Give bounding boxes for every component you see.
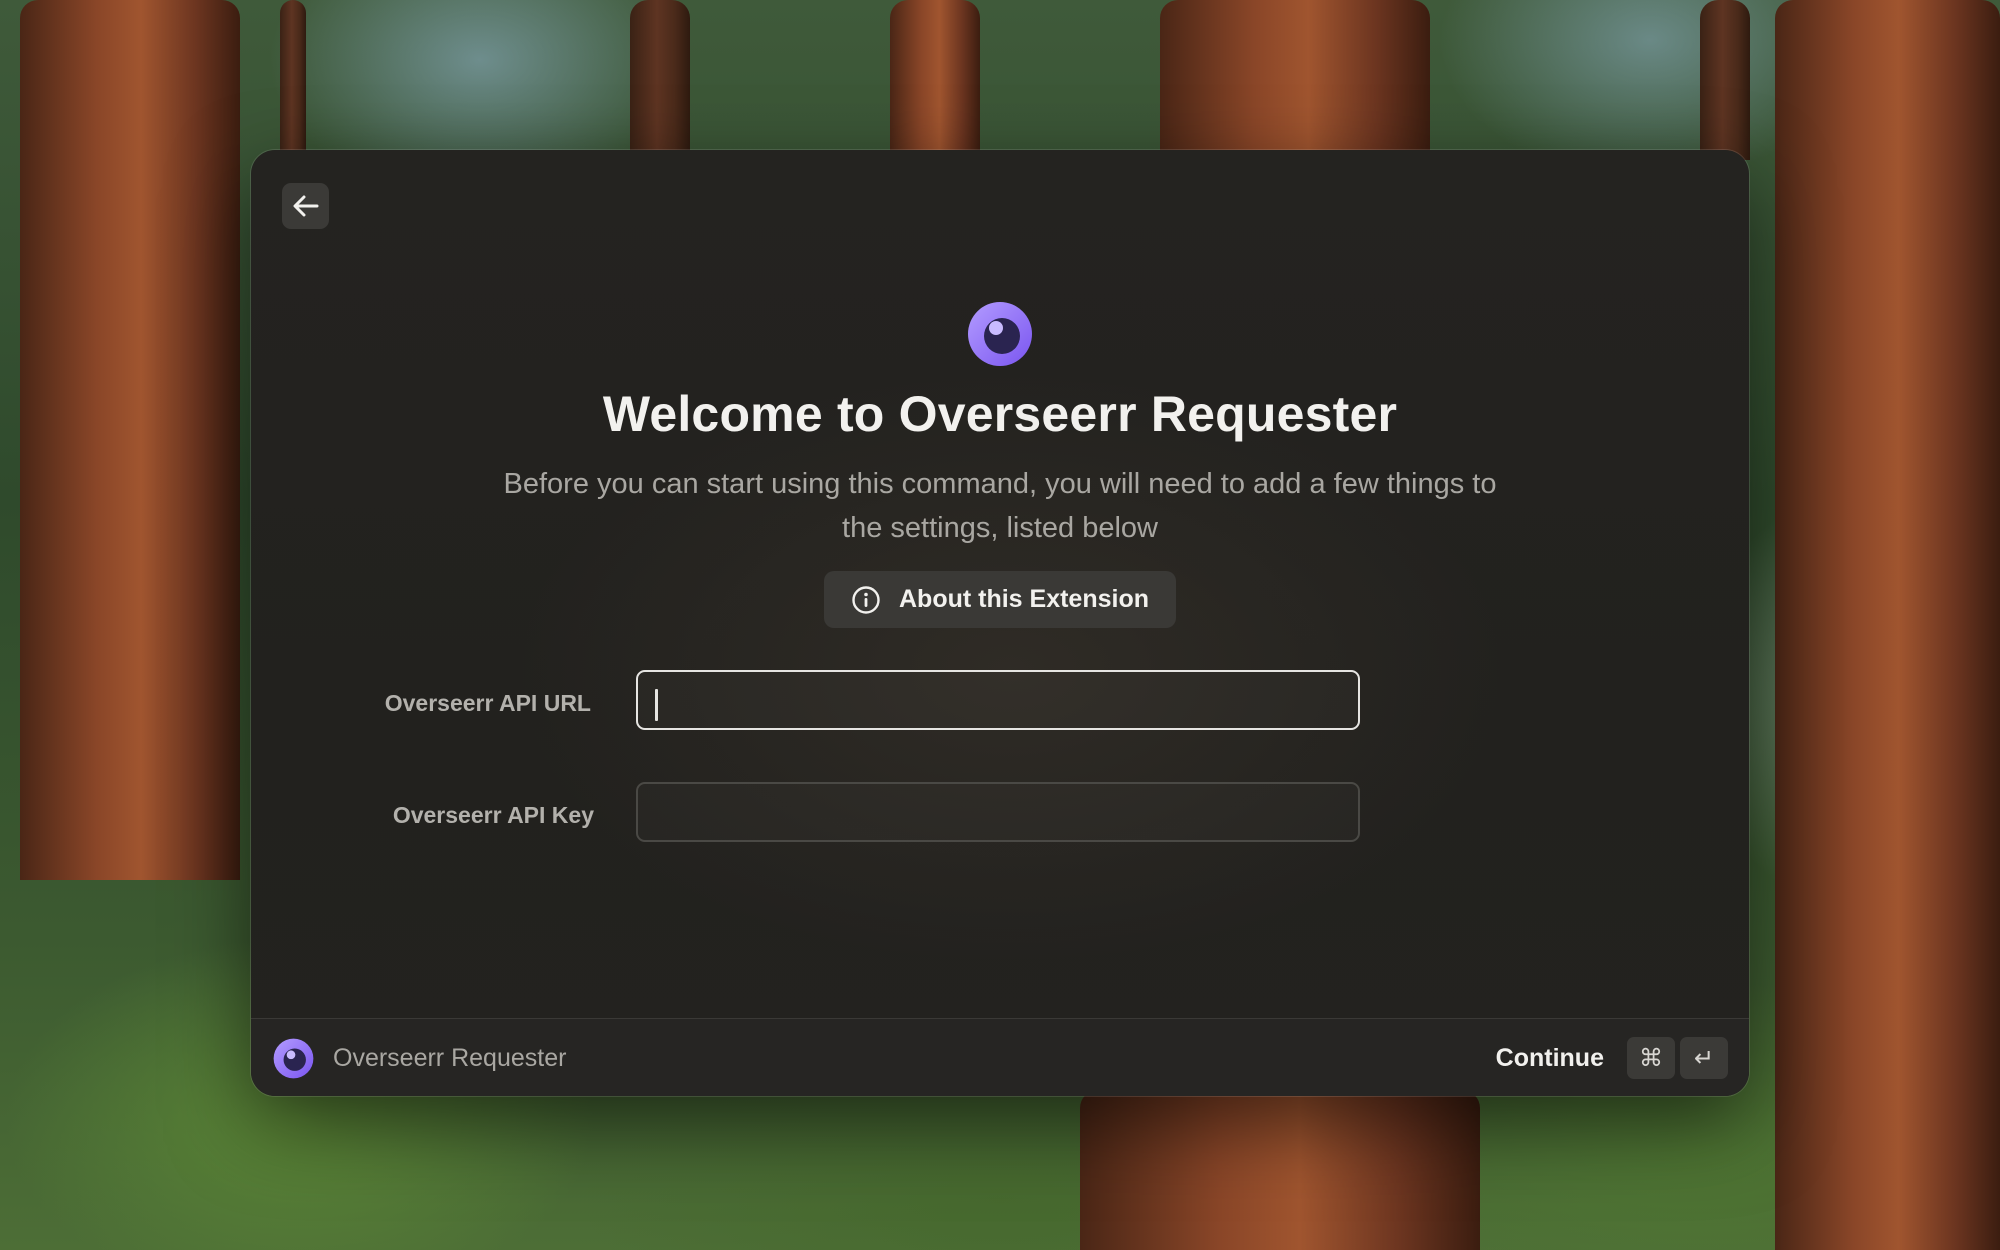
api-key-input[interactable] bbox=[636, 782, 1360, 842]
tree-trunk bbox=[1160, 0, 1430, 160]
tree-trunk bbox=[890, 0, 980, 160]
api-url-label: Overseerr API URL bbox=[384, 690, 591, 716]
page-title: Welcome to Overseerr Requester bbox=[602, 386, 1398, 442]
text-caret bbox=[655, 689, 658, 721]
api-url-input[interactable] bbox=[636, 670, 1360, 730]
back-button[interactable] bbox=[282, 183, 329, 229]
overseerr-logo-icon bbox=[273, 1038, 314, 1079]
about-extension-button[interactable]: About this Extension bbox=[824, 571, 1176, 628]
arrow-left-icon bbox=[293, 195, 318, 217]
command-key-badge: ⌘ bbox=[1627, 1037, 1675, 1079]
extension-name: Overseerr Requester bbox=[333, 1044, 567, 1072]
tree-trunk bbox=[20, 0, 240, 880]
action-bar: Overseerr Requester Continue ⌘ ↵ bbox=[251, 1018, 1749, 1096]
continue-button[interactable]: Continue bbox=[1496, 1041, 1604, 1075]
api-key-label: Overseerr API Key bbox=[392, 802, 594, 828]
overseerr-logo-icon bbox=[968, 302, 1032, 366]
extension-window: Welcome to Overseerr Requester Before yo… bbox=[251, 150, 1749, 1096]
tree-trunk bbox=[1700, 0, 1750, 160]
return-key-badge: ↵ bbox=[1680, 1037, 1728, 1079]
tree-trunk bbox=[630, 0, 690, 160]
info-circle-icon bbox=[852, 585, 880, 614]
about-extension-label: About this Extension bbox=[899, 585, 1149, 613]
tree-trunk bbox=[1080, 1090, 1480, 1250]
page-subtitle: Before you can start using this command,… bbox=[503, 468, 1497, 544]
tree-trunk bbox=[1775, 0, 2000, 1250]
